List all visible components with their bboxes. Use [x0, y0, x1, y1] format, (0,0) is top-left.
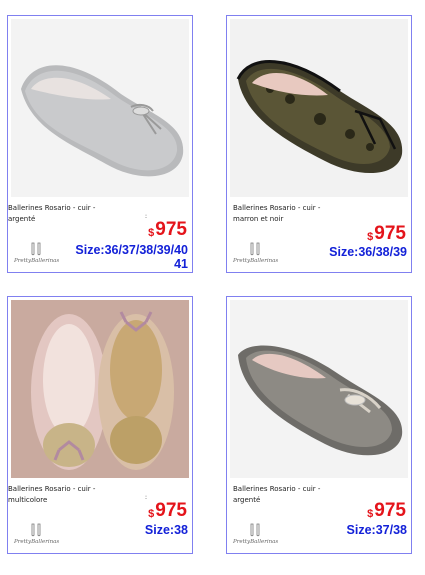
brand-logo: PrettyBallerinas	[14, 523, 59, 551]
silver-glitter-ballerina-image	[11, 19, 189, 197]
product-sizes: Size:36/37/38/39/40 41	[75, 243, 188, 271]
product-image[interactable]	[230, 19, 408, 197]
product-price: $975	[148, 500, 187, 521]
product-card[interactable]: Ballerines Rosario - cuir - argenté $975…	[226, 296, 412, 554]
brand-logo: PrettyBallerinas	[233, 523, 278, 551]
product-price: $975	[367, 500, 406, 521]
product-title[interactable]: Ballerines Rosario - cuir - multicolore	[8, 484, 168, 506]
product-card[interactable]: Ballerines Rosario - cuir - marron et no…	[226, 15, 412, 273]
brand-logo: PrettyBallerinas	[233, 242, 278, 270]
product-sizes: Size:37/38	[346, 523, 407, 537]
multicolor-ballerina-image	[11, 300, 189, 478]
ballerina-shoe-icon	[31, 242, 41, 256]
product-sizes: Size:36/38/39	[329, 245, 407, 259]
product-image[interactable]	[11, 300, 189, 478]
product-title[interactable]: Ballerines Rosario - cuir - marron et no…	[233, 203, 393, 225]
leopard-ballerina-image	[230, 19, 408, 197]
product-price: $975	[148, 219, 187, 240]
ballerina-shoe-icon	[250, 523, 260, 537]
product-price: $975	[367, 223, 406, 244]
separator: :	[145, 494, 148, 501]
ballerina-shoe-icon	[250, 242, 260, 256]
product-card[interactable]: Ballerines Rosario - cuir - argenté : $9…	[7, 15, 193, 273]
product-image[interactable]	[11, 19, 189, 197]
product-image[interactable]	[230, 300, 408, 478]
ballerina-shoe-icon	[31, 523, 41, 537]
brand-logo: PrettyBallerinas	[14, 242, 59, 270]
product-card[interactable]: Ballerines Rosario - cuir - multicolore …	[7, 296, 193, 554]
separator: :	[145, 213, 148, 220]
product-sizes: Size:38	[144, 523, 188, 537]
product-title[interactable]: Ballerines Rosario - cuir - argenté	[8, 203, 168, 225]
sequin-ballerina-image	[230, 300, 408, 478]
